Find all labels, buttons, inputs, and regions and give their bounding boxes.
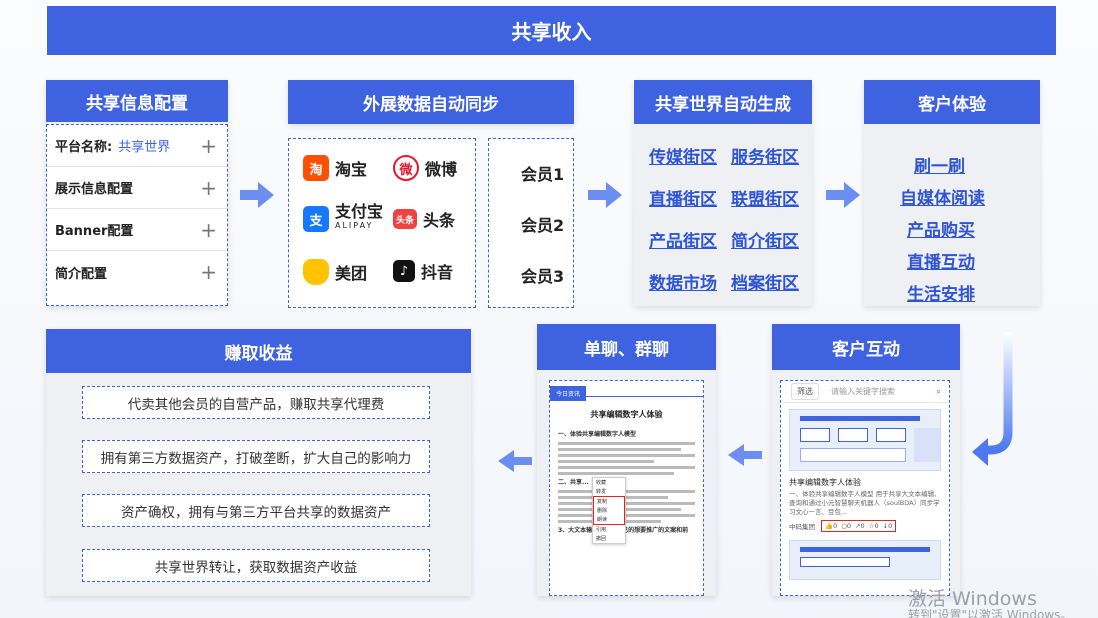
config-list: 平台名称: 共享世界 + 展示信息配置 + Banner配置 + 简介配置 +: [46, 124, 228, 306]
share-icon[interactable]: ↗0: [855, 522, 865, 530]
app-toutiao: 头条 头条: [393, 207, 455, 231]
download-icon[interactable]: ↓0: [883, 522, 893, 530]
doc-lines: [558, 442, 695, 475]
menu-item-read[interactable]: 朗读: [594, 515, 624, 524]
tab-today-news[interactable]: 今日资讯: [550, 386, 587, 401]
link-media-reading[interactable]: 自媒体阅读: [900, 184, 985, 209]
chat-card: 单聊、群聊 今日资讯 共享编辑数字人体验 一、体验共享编辑数字人模型 二、共享.…: [537, 324, 716, 596]
doc-title: 共享编辑数字人体验: [590, 410, 663, 419]
comment-icon[interactable]: ○0: [841, 522, 851, 530]
earn-item-transfer: 共享世界转让，获取数据资产收益: [82, 549, 430, 582]
menu-item-forward[interactable]: 转发: [593, 487, 625, 496]
chat-header: 单聊、群聊: [537, 324, 716, 370]
post-author: 中码集团: [789, 523, 815, 531]
config-row-platform[interactable]: 平台名称: 共享世界 +: [47, 125, 227, 167]
link-life-arrangement[interactable]: 生活安排: [907, 280, 975, 305]
interact-screenshot: 筛选 请输入关键字搜索 ⌕ 共享编辑数字人体验 一、体验共享编辑数字人模型 用于…: [780, 380, 950, 596]
world-header: 共享世界自动生成: [634, 80, 812, 124]
plus-icon[interactable]: +: [200, 134, 217, 158]
earn-item-agent-fee: 代卖其他会员的自营产品，赚取共享代理费: [82, 386, 430, 419]
doc-lines-2: [558, 490, 695, 523]
link-live-block[interactable]: 直播街区: [649, 185, 717, 210]
link-live-interaction[interactable]: 直播互动: [907, 248, 975, 273]
weibo-icon: 微: [393, 155, 419, 181]
link-media-block[interactable]: 传媒街区: [649, 143, 717, 168]
plus-icon[interactable]: +: [200, 260, 217, 284]
arrow-right-icon: [588, 182, 622, 208]
doc-section-3: 3、大文本输入：录入自己的想要推广的文案和前: [558, 526, 695, 535]
earn-item-data-assets: 拥有第三方数据资产，打破垄断，扩大自己的影响力: [82, 440, 430, 473]
toutiao-icon: 头条: [393, 209, 417, 229]
app-alipay: 支支付宝 ALIPAY: [303, 204, 383, 233]
post-image: [789, 409, 941, 471]
alipay-icon: 支: [303, 206, 329, 232]
link-alliance-block[interactable]: 联盟街区: [731, 185, 799, 210]
app-douyin: ♪ 抖音: [393, 259, 453, 283]
earn-header: 赚取收益: [46, 329, 471, 373]
experience-header: 客户体验: [864, 80, 1040, 124]
douyin-icon: ♪: [393, 260, 415, 282]
config-row-banner[interactable]: Banner配置 +: [47, 209, 227, 251]
app-weibo: 微微博: [393, 155, 457, 181]
chat-screenshot: 今日资讯 共享编辑数字人体验 一、体验共享编辑数字人模型 二、共享... 收藏 …: [549, 380, 704, 596]
doc-section-1: 一、体验共享编辑数字人模型: [558, 431, 637, 438]
page-title: 共享收入: [47, 6, 1056, 55]
doc-section-2: 二、共享...: [558, 479, 589, 486]
curved-arrow-icon: [972, 332, 1013, 466]
member-2: 会员2: [521, 216, 565, 235]
menu-item-quote[interactable]: 引用: [593, 525, 625, 534]
member-1: 会员1: [521, 165, 565, 184]
plus-icon[interactable]: +: [200, 176, 217, 200]
config-card: 共享信息配置 平台名称: 共享世界 + 展示信息配置 + Banner配置 + 简介配置…: [46, 80, 228, 306]
post-title[interactable]: 共享编辑数字人体验: [789, 477, 941, 488]
menu-item-delete[interactable]: 删除: [594, 506, 624, 515]
sync-header: 外展数据自动同步: [288, 80, 574, 124]
windows-watermark-sub: 转到"设置"以激活 Windows。: [908, 608, 1073, 618]
taobao-icon: 淘: [303, 155, 329, 181]
page: 共享收入 共享信息配置 平台名称: 共享世界 + 展示信息配置 + Banner配置 +…: [0, 0, 1098, 618]
link-data-market[interactable]: 数据市场: [649, 269, 717, 294]
meituan-icon: [303, 259, 329, 285]
menu-item-recall[interactable]: 撤回: [593, 534, 625, 543]
link-product-block[interactable]: 产品街区: [649, 227, 717, 252]
search-input[interactable]: 请输入关键字搜索: [831, 386, 937, 397]
menu-item-collect[interactable]: 收藏: [593, 478, 625, 487]
link-swipe[interactable]: 刷一刷: [914, 152, 965, 177]
earn-card: 赚取收益 代卖其他会员的自营产品，赚取共享代理费 拥有第三方数据资产，打破垄断，…: [46, 329, 471, 596]
earn-item-asset-rights: 资产确权，拥有与第三方平台共享的数据资产: [82, 494, 430, 527]
arrow-right-icon: [826, 182, 860, 208]
sync-card: 外展数据自动同步 淘淘宝 微微博 支支付宝 ALIPAY 头条 头条 美团 ♪ 抖音 …: [288, 80, 574, 308]
world-card: 共享世界自动生成 传媒街区 服务街区 直播街区 联盟街区 产品街区 简介街区 数…: [634, 80, 812, 306]
context-menu: 收藏 转发 复制 删除 朗读 引用 撤回: [592, 477, 626, 544]
app-list: 淘淘宝 微微博 支支付宝 ALIPAY 头条 头条 美团 ♪ 抖音: [288, 138, 476, 308]
link-archive-block[interactable]: 档案街区: [731, 269, 799, 294]
member-list: 会员1 会员2 会员3: [488, 138, 574, 308]
arrow-left-icon: [498, 450, 532, 472]
menu-item-copy[interactable]: 复制: [594, 497, 624, 506]
config-row-intro[interactable]: 简介配置 +: [47, 251, 227, 293]
post-image-2: [789, 540, 941, 580]
arrow-left-icon: [728, 444, 762, 466]
interact-header: 客户互动: [772, 324, 960, 370]
link-service-block[interactable]: 服务街区: [731, 143, 799, 168]
app-taobao: 淘淘宝: [303, 155, 367, 181]
member-3: 会员3: [521, 267, 565, 286]
menu-highlight-group: 复制 删除 朗读: [593, 496, 625, 525]
like-icon[interactable]: 👍0: [825, 522, 837, 530]
link-intro-block[interactable]: 简介街区: [731, 227, 799, 252]
plus-icon[interactable]: +: [200, 218, 217, 242]
post-meta: 中码集团 👍0 ○0 ↗0 ☆0 ↓0: [789, 520, 941, 532]
link-product-purchase[interactable]: 产品购买: [907, 216, 975, 241]
interact-card: 客户互动 筛选 请输入关键字搜索 ⌕ 共享编辑数字人体验 一、体验共享编辑数字人…: [772, 324, 960, 596]
search-icon[interactable]: ⌕: [937, 387, 941, 397]
post-stats[interactable]: 👍0 ○0 ↗0 ☆0 ↓0: [821, 520, 897, 532]
config-header: 共享信息配置: [46, 80, 228, 122]
config-row-display[interactable]: 展示信息配置 +: [47, 167, 227, 209]
filter-button[interactable]: 筛选: [791, 383, 819, 400]
app-meituan: 美团: [303, 259, 367, 285]
arrow-right-icon: [240, 182, 274, 208]
post-text: 一、体验共享编辑数字人模型 用于共享大文本编辑、查询和通过小元智慧聊天机器人（s…: [789, 490, 941, 516]
experience-card: 客户体验 刷一刷 自媒体阅读 产品购买 直播互动 生活安排: [864, 80, 1040, 306]
star-icon[interactable]: ☆0: [869, 522, 879, 530]
